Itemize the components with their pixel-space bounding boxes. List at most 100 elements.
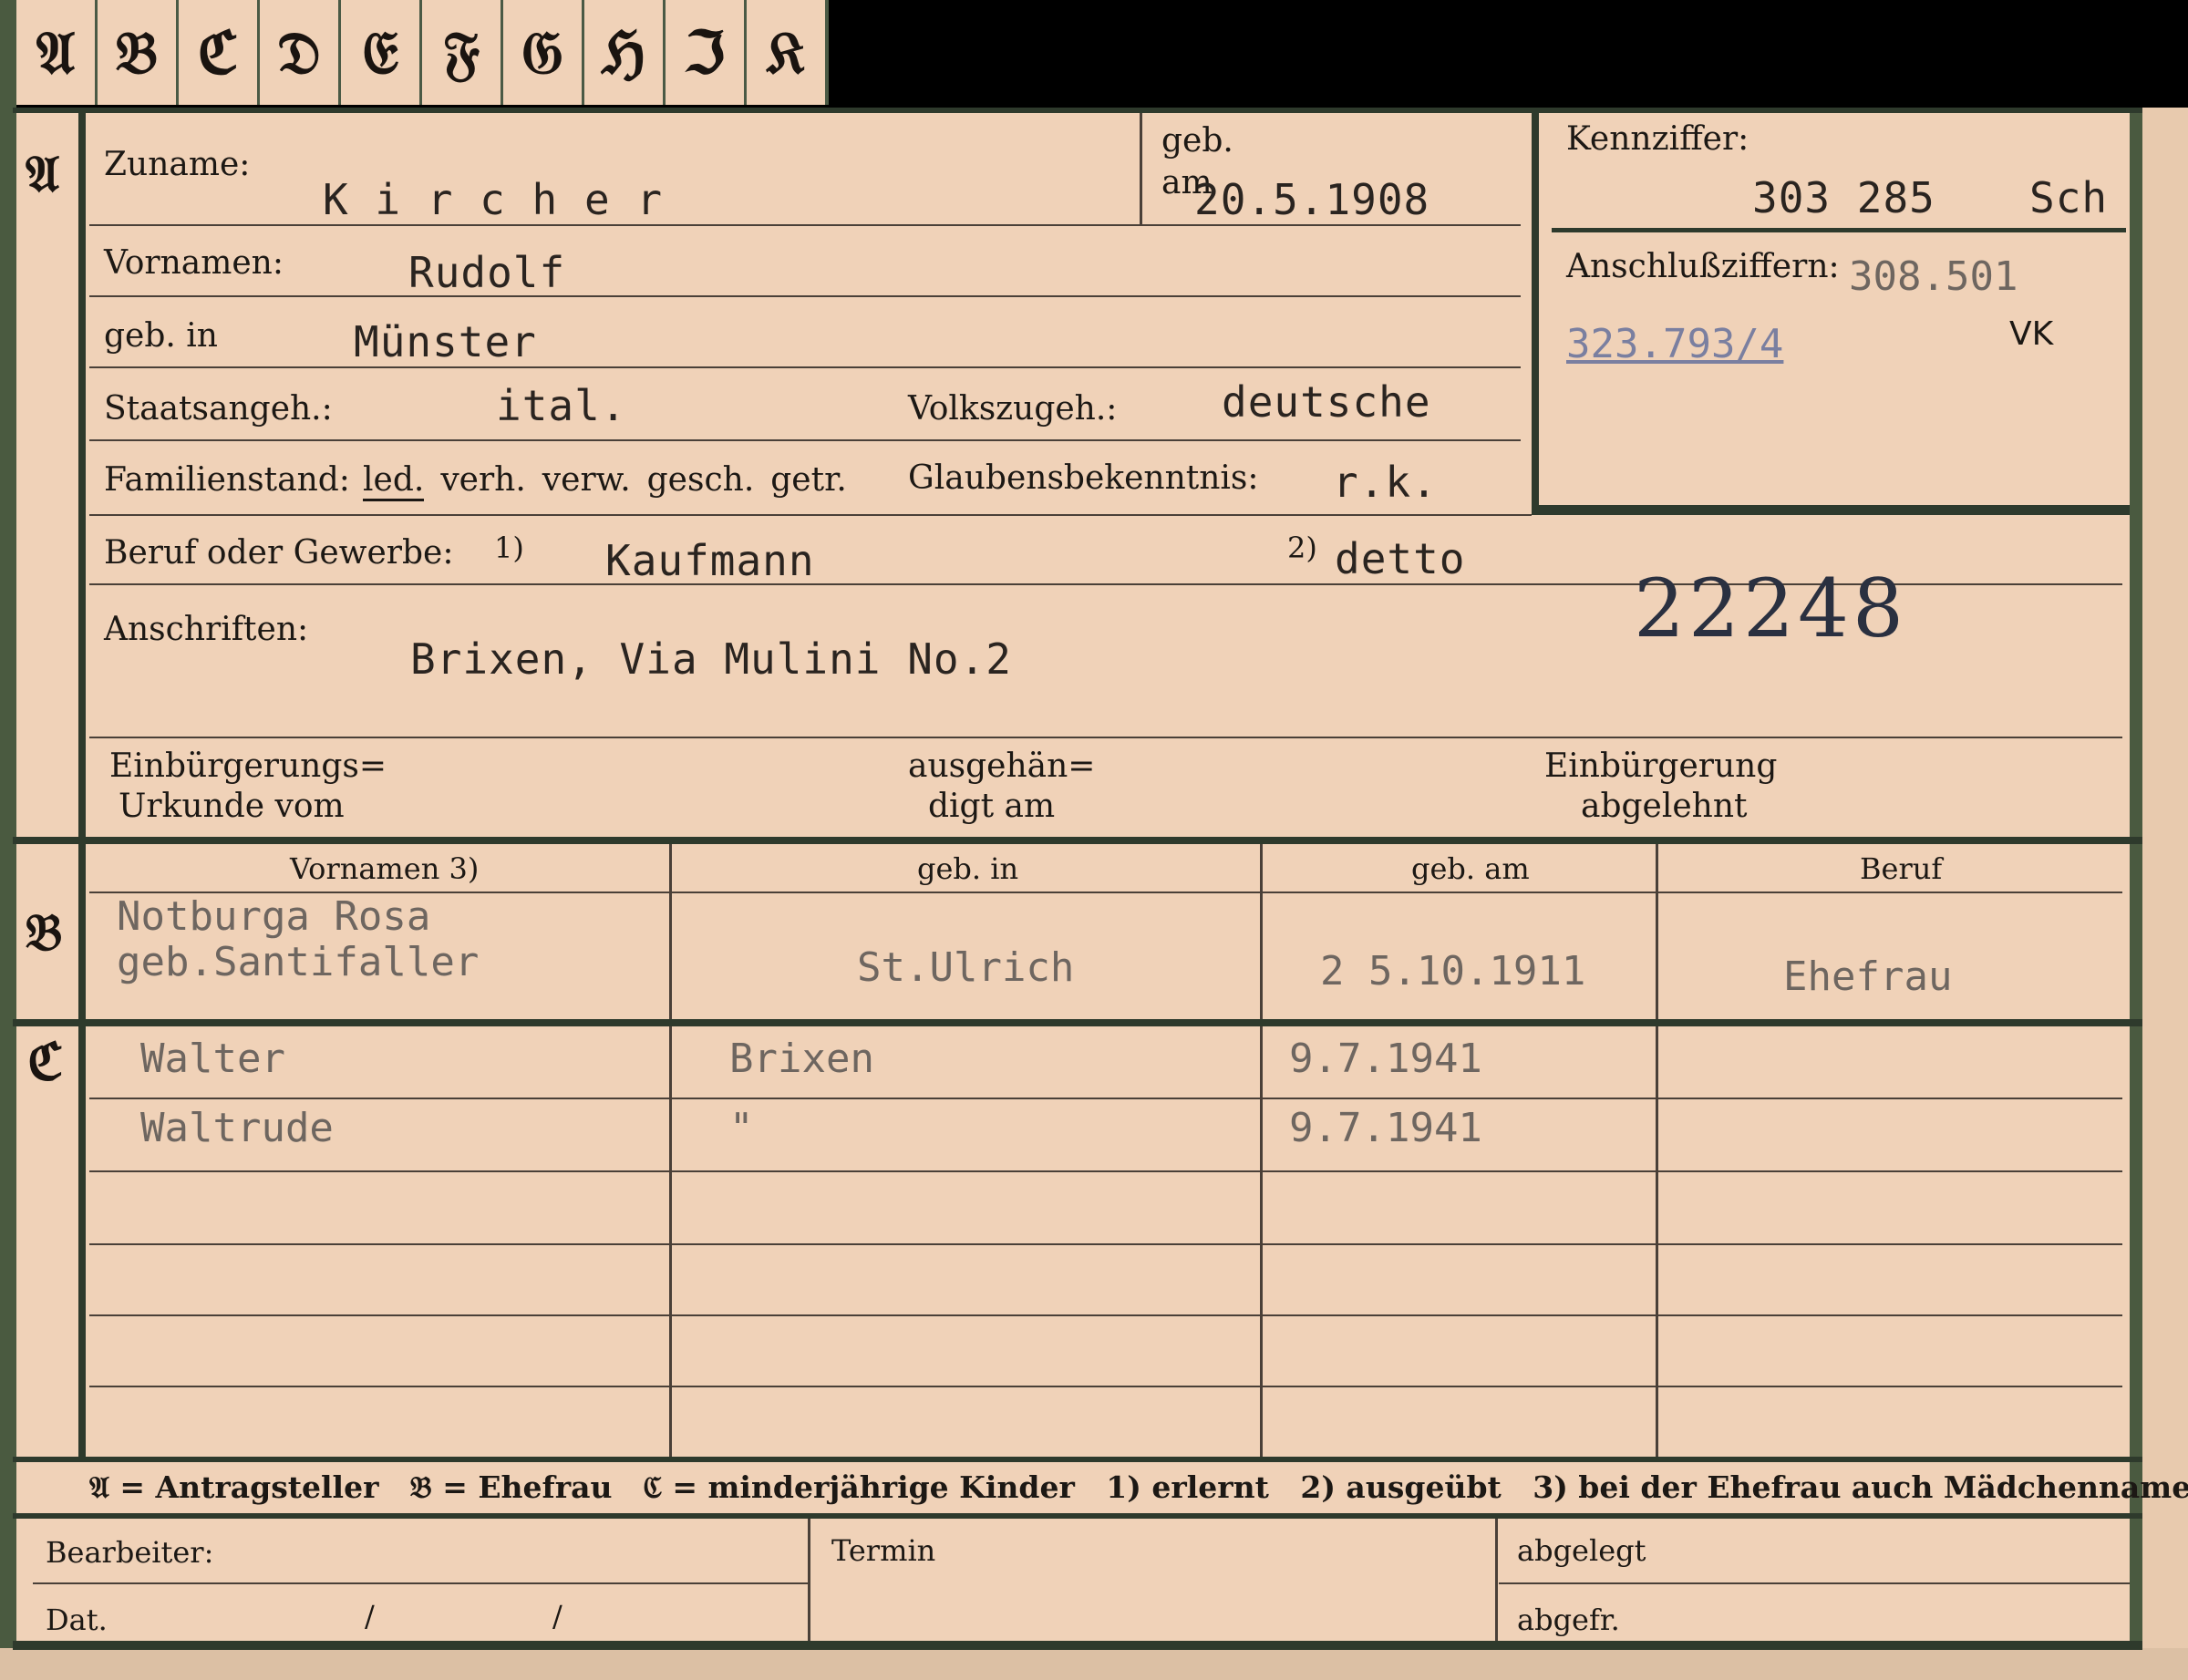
einb-abgelehnt-label-2: abgelehnt [1581,788,1748,825]
c-child-date: 9.7.1941 [1289,1036,1482,1082]
c-child-name: Walter [140,1036,285,1082]
anschluss-suffix: VK [2009,315,2054,353]
bearbeiter-label: Bearbeiter: [46,1535,214,1570]
footer-divider-1 [808,1519,810,1641]
beruf-value-2: detto [1335,534,1466,583]
c-row-line-2 [89,1170,2122,1172]
familienstand-option-5: getr. [770,461,847,499]
card-bottom-strip [0,1648,2188,1680]
line-staatsangeh [89,439,1521,441]
index-tab-8: ℌ [584,0,666,105]
b-header-geb-am: geb. am [1411,851,1530,886]
footer-divider-2 [1495,1519,1498,1641]
c-child-date: 9.7.1941 [1289,1105,1482,1151]
beruf-note-1: 1) [494,531,524,565]
c-col-divider-1 [669,1026,672,1457]
b-beruf: Ehefrau [1783,953,1953,1000]
c-col-divider-3 [1656,1026,1658,1457]
termin-label: Termin [831,1533,936,1568]
index-tab-4: 𝔇 [260,0,342,105]
card-right-edge [2130,108,2142,1668]
volkszugeh-value: deutsche [1222,377,1431,427]
card-right-margin [2142,108,2188,1668]
index-tab-5: 𝔈 [341,0,423,105]
volkszugeh-label: Volkszugeh.: [908,390,1118,428]
einb-urkunde-label-1: Einbürgerungs= [109,747,387,785]
legend-top-border [13,1457,2142,1462]
dat-separator-2: / [552,1599,562,1634]
kennziffer-suffix: Sch [2029,173,2109,222]
ausgehaend-label-1: ausgehän= [908,747,1096,785]
familienstand-label: Familienstand: [104,461,350,499]
line-familienstand [89,514,1532,516]
section-marker-column-border [78,108,86,1457]
footer-line-left [33,1582,808,1584]
c-child-name: Waltrude [140,1105,334,1151]
vornamen-label: Vornamen: [104,244,284,282]
b-header-geb-in: geb. in [917,851,1019,886]
index-tab-6: 𝔉 [422,0,504,105]
kennziffer-divider [1552,228,2126,232]
vornamen-value: Rudolf [408,248,566,297]
glaubens-label: Glaubensbekenntnis: [908,459,1259,497]
familienstand-options: led. verh. verw. gesch. getr. [363,461,863,501]
anschluss-label: Anschlußziffern: [1566,248,1840,285]
line-vornamen [89,295,1521,297]
abgefr-label: abgefr. [1517,1603,1620,1637]
legend-text: 𝔄 = Antragsteller 𝔅 = Ehefrau ℭ = minder… [89,1469,2188,1505]
section-b-marker: 𝔅 [26,902,63,963]
legend-bottom-border [13,1513,2142,1519]
section-c-top-border [13,1019,2142,1026]
familienstand-option-4: gesch. [646,461,755,499]
b-col-divider-1 [669,844,672,1019]
section-a-marker: 𝔄 [26,144,60,204]
kennziffer-label: Kennziffer: [1566,120,1749,158]
anschluss-value-2: 323.793/4 [1566,321,1784,367]
staatsangeh-value: ital. [496,381,627,430]
line-zuname [89,224,1521,226]
c-child-place: " [729,1105,754,1151]
b-col-divider-2 [1260,844,1263,1019]
index-tab-10: 𝔎 [747,0,829,105]
beruf-value: Kaufmann [605,536,815,585]
anschluss-value: 308.501 [1849,253,2018,300]
b-geb-am: 2 5.10.1911 [1320,948,1586,995]
b-geb-in: St.Ulrich [857,944,1075,991]
anschriften-label: Anschriften: [104,611,309,648]
geb-divider [1140,113,1142,224]
line-anschriften [89,737,2122,738]
index-tab-2: 𝔅 [98,0,180,105]
geb-value: 20.5.1908 [1194,175,1430,224]
zuname-value: K i r c h e r [323,175,664,224]
ausgehaend-label-2: digt am [928,788,1056,825]
stamp-number: 22248 [1634,562,1907,655]
c-child-place: Brixen [729,1036,874,1082]
section-b-top-border [13,837,2142,844]
index-tab-3: ℭ [179,0,261,105]
card-bottom-border [13,1641,2142,1650]
familienstand-option-1: led. [363,461,425,501]
dat-label: Dat. [46,1603,108,1637]
b-vornamen-2: geb.Santifaller [117,939,480,985]
kennziffer-value: 303 285 [1752,173,1935,222]
c-row-line-3 [89,1243,2122,1245]
c-row-line-5 [89,1386,2122,1387]
familienstand-option-2: verh. [440,461,526,499]
line-geb-in [89,366,1521,368]
abgelegt-label: abgelegt [1517,1533,1646,1568]
beruf-note-2: 2) [1287,531,1317,565]
kennziffer-box-bottom [1532,506,2130,515]
b-vornamen-1: Notburga Rosa [117,893,431,940]
c-row-line-4 [89,1314,2122,1316]
c-row-line-1 [89,1098,2122,1099]
index-card: 𝔄𝔅ℭ𝔇𝔈𝔉𝔊ℌℑ𝔎 𝔄 Kennziffer: 303 285 Sch Ans… [0,0,2188,1680]
index-tab-1: 𝔄 [16,0,98,105]
index-tab-9: ℑ [666,0,748,105]
geb-in-label: geb. in [104,317,218,355]
index-tab-7: 𝔊 [503,0,585,105]
anschriften-value: Brixen, Via Mulini No.2 [410,634,1012,684]
footer-line-right [1499,1582,2130,1584]
dat-separator-1: / [365,1599,375,1634]
b-col-divider-3 [1656,844,1658,1019]
familienstand-option-3: verw. [542,461,631,499]
